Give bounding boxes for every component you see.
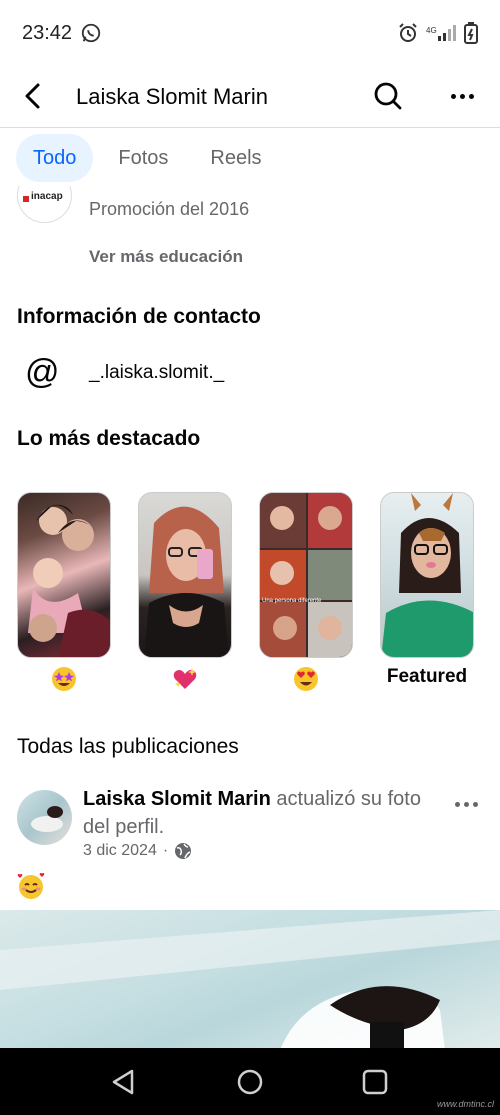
svg-text:4G: 4G xyxy=(426,26,437,35)
alarm-icon xyxy=(399,23,417,42)
at-sign-icon: @ xyxy=(25,353,60,391)
watermark: www.dmtinc.cl xyxy=(436,1099,494,1109)
highlight-thumbnail[interactable] xyxy=(138,492,232,658)
highlight-photo-1 xyxy=(28,504,110,657)
contact-instagram-value[interactable]: _.laiska.slomit._ xyxy=(89,362,224,384)
tab-reels[interactable]: Reels xyxy=(193,134,278,182)
status-time: 23:42 xyxy=(22,22,73,44)
see-more-education-link[interactable]: Ver más educación xyxy=(89,247,243,267)
highlight-item[interactable]: Featured xyxy=(380,492,474,692)
highlight-emoji-sparkling-heart xyxy=(138,666,232,692)
nav-home-icon[interactable] xyxy=(234,1066,266,1098)
nav-recents-icon[interactable] xyxy=(359,1066,391,1098)
highlight-overlay-text: Una persona diferente xyxy=(262,598,322,604)
tab-todo[interactable]: Todo xyxy=(16,134,94,182)
system-navigation-bar: www.dmtinc.cl xyxy=(0,1048,500,1115)
status-bar: 23:42 4G xyxy=(0,0,500,66)
whatsapp-icon xyxy=(81,23,101,43)
globe-icon xyxy=(175,843,192,859)
highlight-thumbnail[interactable] xyxy=(380,492,474,658)
battery-icon xyxy=(464,22,478,44)
highlight-item[interactable] xyxy=(17,492,111,692)
post-meta: 3 dic 2024 · xyxy=(83,842,192,860)
education-promotion: Promoción del 2016 xyxy=(89,199,250,219)
post-image[interactable] xyxy=(0,910,500,1050)
inacap-mark xyxy=(23,196,29,202)
highlight-photo-4 xyxy=(381,493,473,657)
highlights-row: Una persona diferente Featured xyxy=(17,492,474,692)
smiling-face-with-hearts-icon xyxy=(17,873,45,906)
posts-section-title: Todas las publicaciones xyxy=(17,735,239,758)
highlight-photo-3 xyxy=(260,493,352,657)
contact-section-title: Información de contacto xyxy=(17,305,261,328)
nav-back-icon[interactable] xyxy=(108,1066,140,1098)
highlight-label-featured: Featured xyxy=(386,666,468,687)
highlights-section-title: Lo más destacado xyxy=(17,427,201,450)
highlight-emoji-star-struck xyxy=(17,666,111,692)
profile-header: Laiska Slomit Marin xyxy=(0,66,500,128)
tab-bar: Todo Fotos Reels xyxy=(0,130,500,186)
back-arrow-icon[interactable] xyxy=(18,80,50,112)
signal-icon: 4G xyxy=(426,25,456,41)
post-author-name[interactable]: Laiska Slomit Marin xyxy=(83,788,271,810)
highlight-thumbnail[interactable] xyxy=(17,492,111,658)
post-author-avatar[interactable] xyxy=(17,790,72,845)
status-icons: 4G xyxy=(398,22,478,44)
more-options-button[interactable] xyxy=(446,80,478,112)
search-icon[interactable] xyxy=(372,80,404,112)
education-logo-text: inacap xyxy=(31,191,63,202)
highlight-item[interactable] xyxy=(138,492,232,692)
page-title: Laiska Slomit Marin xyxy=(76,84,268,109)
highlight-photo-2 xyxy=(144,506,229,657)
highlight-emoji-heart-eyes xyxy=(259,666,353,692)
post-more-options-button[interactable] xyxy=(455,798,483,810)
post-header: Laiska Slomit Marin actualizó su foto de… xyxy=(83,785,423,841)
highlight-item[interactable]: Una persona diferente xyxy=(259,492,353,692)
post-date[interactable]: 3 dic 2024 xyxy=(83,842,157,860)
highlight-thumbnail[interactable]: Una persona diferente xyxy=(259,492,353,658)
tab-fotos[interactable]: Fotos xyxy=(101,134,185,182)
